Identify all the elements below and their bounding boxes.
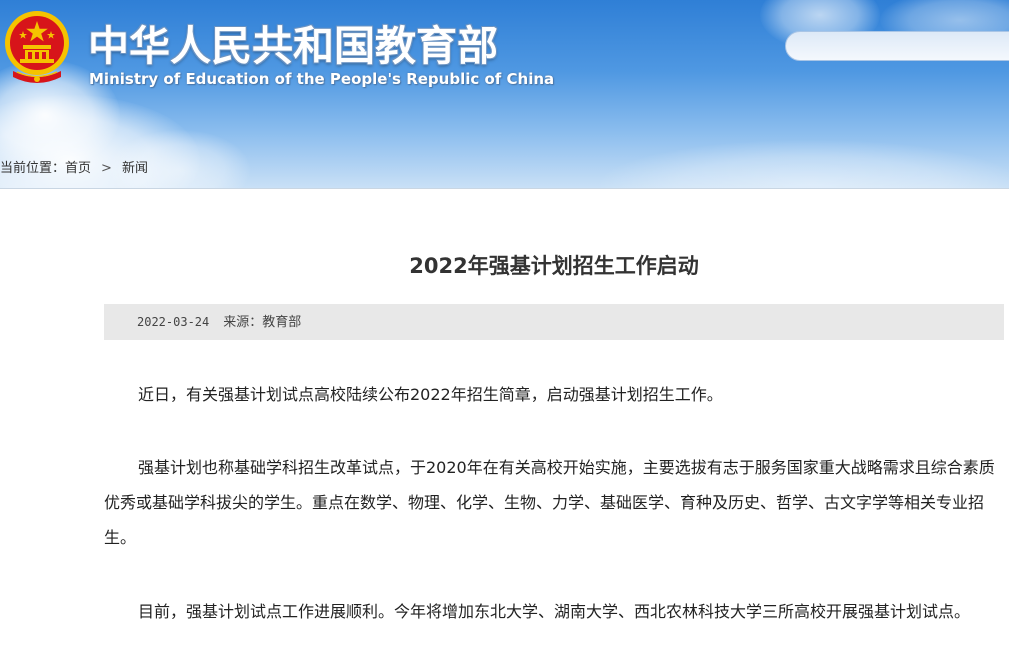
article-meta-bar: 2022-03-24 来源：教育部 [104,304,1004,340]
chevron-right-icon: > [101,161,112,176]
breadcrumb: 当前位置：首页 > 新闻 [0,157,148,176]
breadcrumb-prefix: 当前位置： [0,161,66,176]
article-paragraph: 强基计划也称基础学科招生改革试点，于2020年在有关高校开始实施，主要选拔有志于… [104,458,995,547]
page: 中华人民共和国教育部 Ministry of Education of the … [0,0,1009,663]
article-date: 2022-03-24 [137,315,210,329]
site-title-en: Ministry of Education of the People's Re… [89,70,555,88]
site-header: 中华人民共和国教育部 Ministry of Education of the … [0,0,1009,189]
breadcrumb-home-link[interactable]: 首页 [65,161,91,176]
article-paragraph: 目前，强基计划试点工作进展顺利。今年将增加东北大学、湖南大学、西北农林科技大学三… [138,602,971,621]
search-input[interactable] [785,31,1009,61]
national-emblem-icon [5,11,69,83]
article-source: 来源：教育部 [223,315,302,330]
article-paragraph: 近日，有关强基计划试点高校陆续公布2022年招生简章，启动强基计划招生工作。 [138,385,723,404]
cloud-decoration [600,140,1009,188]
breadcrumb-news-link[interactable]: 新闻 [122,161,148,176]
article-title: 2022年强基计划招生工作启动 [409,254,699,278]
site-title-cn: 中华人民共和国教育部 [88,22,498,70]
